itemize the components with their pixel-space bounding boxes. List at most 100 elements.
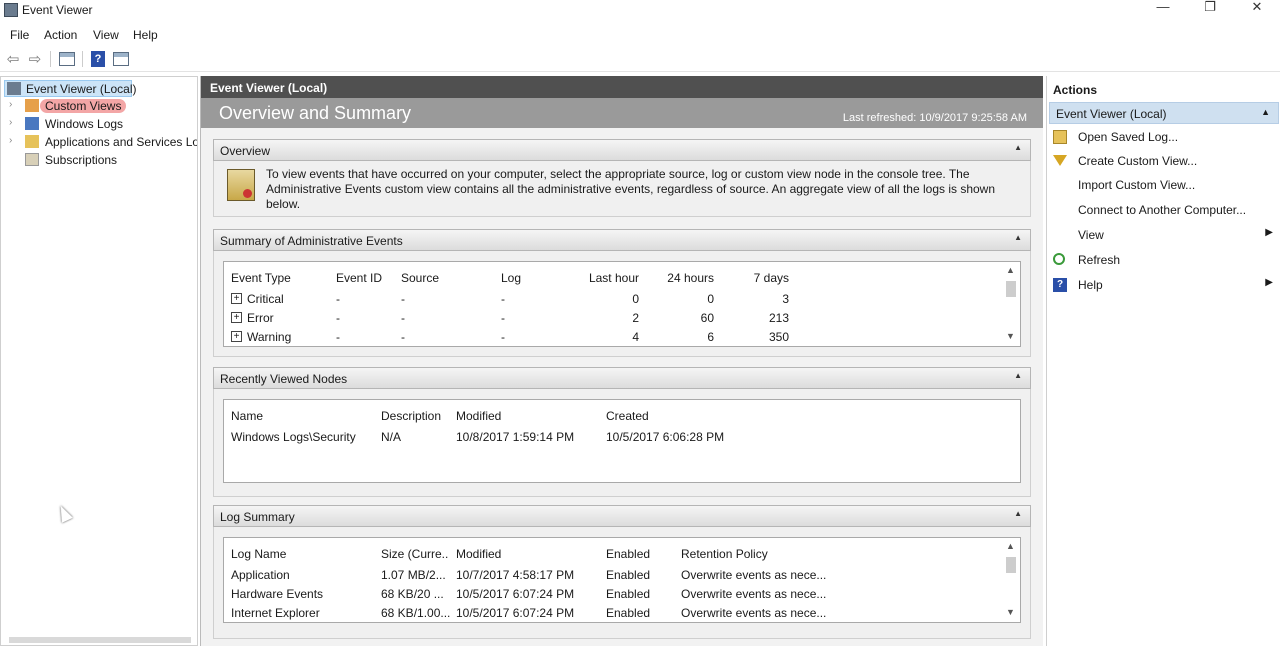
forward-arrow-icon[interactable]: ⇨: [26, 50, 44, 68]
tree-item-label: Windows Logs: [45, 117, 124, 131]
24-hours-cell: 6: [707, 330, 714, 344]
actions-group-header[interactable]: Event Viewer (Local) ▲: [1049, 102, 1279, 124]
show-hide-action-pane-button[interactable]: [112, 50, 130, 68]
node-name-cell[interactable]: Windows Logs\Security: [231, 430, 356, 444]
collapse-triangle-icon[interactable]: ▲: [1261, 107, 1270, 117]
tree-item-custom-views[interactable]: › Custom Views: [9, 98, 194, 115]
log-name-cell[interactable]: Hardware Events: [231, 587, 323, 601]
tree-item-event-viewer-local[interactable]: Event Viewer (Local): [4, 80, 137, 97]
back-arrow-icon[interactable]: ⇦: [4, 50, 22, 68]
action-help[interactable]: ? Help ▶: [1053, 275, 1275, 295]
toolbar: ⇦ ⇨ ?: [0, 46, 1280, 72]
action-open-saved-log[interactable]: Open Saved Log...: [1053, 127, 1275, 147]
collapse-icon[interactable]: ▲: [1014, 509, 1022, 518]
scroll-up-icon[interactable]: ▲: [1006, 541, 1015, 551]
log-summary-table[interactable]: Log Name Size (Curre... Modified Enabled…: [223, 537, 1021, 623]
column-header[interactable]: Last hour: [569, 271, 639, 285]
log-modified-cell: 10/5/2017 6:07:24 PM: [456, 587, 575, 601]
recent-nodes-table[interactable]: Name Description Modified Created Window…: [223, 399, 1021, 483]
column-header[interactable]: Log: [501, 271, 521, 285]
close-button[interactable]: ✕: [1234, 0, 1280, 22]
column-header[interactable]: Name: [231, 409, 263, 423]
menu-file[interactable]: File: [10, 28, 29, 42]
chevron-right-icon[interactable]: ›: [9, 135, 19, 146]
windows-logs-icon: [25, 117, 39, 130]
scroll-thumb[interactable]: [1006, 557, 1016, 573]
admin-events-section: Event Type Event ID Source Log Last hour…: [213, 251, 1031, 357]
action-connect-another-computer[interactable]: Connect to Another Computer...: [1053, 200, 1275, 220]
menu-view[interactable]: View: [93, 28, 119, 42]
action-import-custom-view[interactable]: Import Custom View...: [1053, 175, 1275, 195]
column-header[interactable]: Modified: [456, 547, 501, 561]
menu-help[interactable]: Help: [133, 28, 158, 42]
column-header[interactable]: Created: [606, 409, 649, 423]
scroll-thumb[interactable]: [1006, 281, 1016, 297]
overview-section-header[interactable]: Overview ▲: [213, 139, 1031, 161]
recent-nodes-section-header[interactable]: Recently Viewed Nodes ▲: [213, 367, 1031, 389]
action-refresh[interactable]: Refresh: [1053, 250, 1275, 270]
action-create-custom-view[interactable]: Create Custom View...: [1053, 151, 1275, 171]
show-hide-tree-button[interactable]: [58, 50, 76, 68]
admin-events-section-header[interactable]: Summary of Administrative Events ▲: [213, 229, 1031, 251]
event-id-cell: -: [336, 330, 340, 344]
chevron-right-icon[interactable]: ›: [9, 99, 19, 110]
log-name-cell[interactable]: Internet Explorer: [231, 606, 320, 620]
menu-action[interactable]: Action: [44, 28, 77, 42]
column-header[interactable]: Source: [401, 271, 439, 285]
collapse-icon[interactable]: ▲: [1014, 233, 1022, 242]
event-type-cell[interactable]: Error: [247, 311, 274, 325]
node-created-cell: 10/5/2017 6:06:28 PM: [606, 430, 725, 444]
last-hour-cell: 2: [632, 311, 639, 325]
tree-item-subscriptions[interactable]: Subscriptions: [9, 152, 194, 169]
column-header[interactable]: Size (Curre...: [381, 547, 449, 561]
log-enabled-cell: Enabled: [606, 568, 651, 582]
collapse-icon[interactable]: ▲: [1014, 143, 1022, 152]
log-enabled-cell: Enabled: [606, 587, 651, 601]
scroll-down-icon[interactable]: ▼: [1006, 607, 1015, 617]
column-header[interactable]: Event ID: [336, 271, 382, 285]
scroll-up-icon[interactable]: ▲: [1006, 265, 1015, 275]
console-tree-icon: [59, 52, 75, 66]
tree-item-applications-services-logs[interactable]: › Applications and Services Logs: [9, 134, 197, 151]
tree-item-windows-logs[interactable]: › Windows Logs: [9, 116, 194, 133]
horizontal-scrollbar[interactable]: [9, 637, 191, 643]
submenu-arrow-icon: ▶: [1265, 227, 1273, 238]
collapse-icon[interactable]: ▲: [1014, 371, 1022, 380]
action-label: Connect to Another Computer...: [1078, 203, 1247, 217]
expand-plus-icon[interactable]: +: [231, 331, 242, 342]
last-refreshed: Last refreshed: 10/9/2017 9:25:58 AM: [842, 112, 1027, 124]
column-header[interactable]: Retention Policy: [681, 547, 768, 561]
restore-button[interactable]: ❐: [1187, 0, 1233, 22]
log-cell: -: [501, 330, 505, 344]
column-header[interactable]: Enabled: [606, 547, 650, 561]
expand-plus-icon[interactable]: +: [231, 312, 242, 323]
section-title: Recently Viewed Nodes: [220, 372, 348, 386]
column-header[interactable]: Log Name: [231, 547, 286, 561]
column-header[interactable]: Description: [381, 409, 441, 423]
column-header[interactable]: Event Type: [231, 271, 291, 285]
column-header[interactable]: Modified: [456, 409, 501, 423]
vertical-scrollbar[interactable]: ▲ ▼: [1003, 263, 1019, 345]
tree-item-label: Subscriptions: [45, 153, 118, 167]
minimize-button[interactable]: —: [1140, 0, 1186, 22]
action-view[interactable]: View ▶: [1053, 225, 1275, 245]
chevron-right-icon[interactable]: ›: [9, 117, 19, 128]
column-header[interactable]: 7 days: [719, 271, 789, 285]
scroll-down-icon[interactable]: ▼: [1006, 331, 1015, 341]
last-hour-cell: 0: [632, 292, 639, 306]
console-tree: Event Viewer (Local) › Custom Views › Wi…: [0, 76, 198, 646]
vertical-scrollbar[interactable]: ▲ ▼: [1003, 539, 1019, 621]
help-button[interactable]: ?: [89, 50, 107, 68]
tree-item-label: Custom Views: [40, 99, 127, 113]
recent-nodes-section: Name Description Modified Created Window…: [213, 389, 1031, 497]
log-modified-cell: 10/5/2017 6:07:24 PM: [456, 606, 575, 620]
expand-plus-icon[interactable]: +: [231, 293, 242, 304]
event-type-cell[interactable]: Critical: [247, 292, 284, 306]
help-icon: ?: [1053, 278, 1067, 292]
log-summary-section-header[interactable]: Log Summary ▲: [213, 505, 1031, 527]
log-enabled-cell: Enabled: [606, 606, 651, 620]
admin-events-table[interactable]: Event Type Event ID Source Log Last hour…: [223, 261, 1021, 347]
log-name-cell[interactable]: Application: [231, 568, 290, 582]
event-type-cell[interactable]: Warning: [247, 330, 291, 344]
column-header[interactable]: 24 hours: [644, 271, 714, 285]
